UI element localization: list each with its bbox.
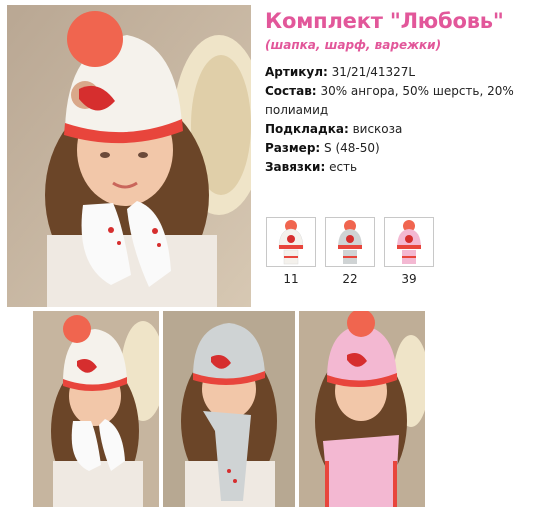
thumbnail-image (33, 311, 159, 507)
property-value: S (48-50) (324, 141, 380, 155)
color-swatch-image[interactable] (384, 217, 434, 267)
thumbnail-image (163, 311, 295, 507)
property-label: Состав: (265, 84, 317, 98)
thumbnail-photo-pink[interactable] (299, 311, 425, 507)
main-photo-image (7, 5, 251, 307)
property-label: Подкладка: (265, 122, 349, 136)
property-value: есть (329, 160, 358, 174)
hat-scarf-icon (397, 220, 421, 264)
color-swatch-image[interactable] (266, 217, 316, 267)
property-ties: Завязки: есть (265, 158, 535, 177)
hat-scarf-icon (278, 220, 304, 265)
property-composition: Состав: 30% ангора, 50% шерсть, 20% поли… (265, 82, 535, 120)
thumbnail-photo-gray[interactable] (163, 311, 295, 507)
property-value: 31/21/41327L (331, 65, 416, 79)
property-label: Артикул: (265, 65, 328, 79)
property-label: Завязки: (265, 160, 326, 174)
product-info: Комплект "Любовь" (шапка, шарф, варежки)… (265, 8, 535, 177)
thumbnail-image (299, 311, 425, 507)
color-code: 39 (401, 272, 417, 286)
main-product-photo[interactable] (7, 5, 251, 307)
color-variants: 11 22 39 (266, 217, 434, 286)
property-lining: Подкладка: вискоза (265, 120, 535, 139)
color-variant-11[interactable]: 11 (266, 217, 316, 286)
color-variant-39[interactable]: 39 (384, 217, 434, 286)
property-size: Размер: S (48-50) (265, 139, 535, 158)
color-variant-22[interactable]: 22 (325, 217, 375, 286)
property-label: Размер: (265, 141, 321, 155)
hat-scarf-icon (338, 220, 362, 264)
product-title: Комплект "Любовь" (265, 9, 504, 33)
thumbnail-photo-white[interactable] (33, 311, 159, 507)
color-code: 11 (283, 272, 299, 286)
property-article: Артикул: 31/21/41327L (265, 63, 535, 82)
color-code: 22 (342, 272, 358, 286)
product-subtitle: (шапка, шарф, варежки) (265, 38, 442, 52)
property-value: вискоза (352, 122, 403, 136)
color-swatch-image[interactable] (325, 217, 375, 267)
